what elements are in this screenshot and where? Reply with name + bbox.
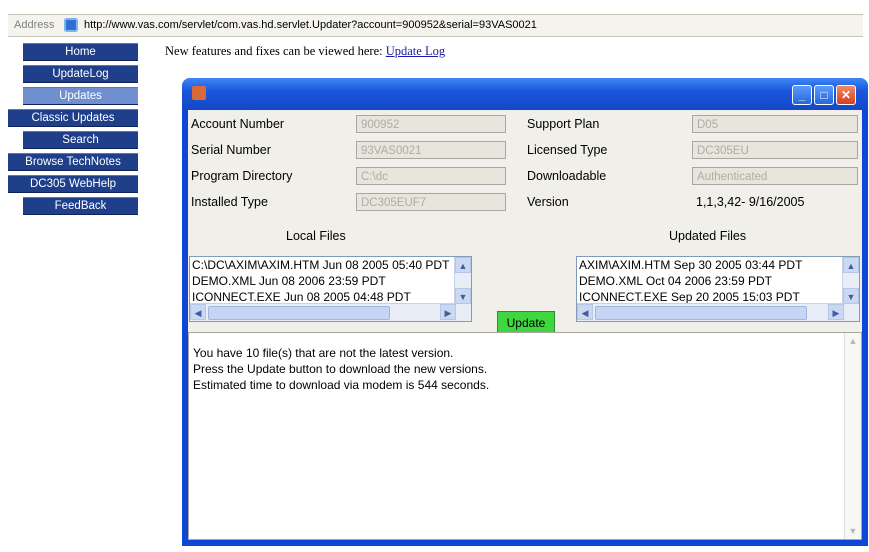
left-nav: Home UpdateLog Updates Classic Updates S… xyxy=(8,43,143,219)
licensed-type-field: DC305EU xyxy=(692,141,858,159)
update-log-link[interactable]: Update Log xyxy=(386,44,445,58)
serial-number-label: Serial Number xyxy=(191,143,271,157)
scroll-right-icon[interactable]: ▶ xyxy=(828,304,844,320)
top-note: New features and fixes can be viewed her… xyxy=(165,44,445,59)
program-directory-label: Program Directory xyxy=(191,169,293,183)
nav-item-search[interactable]: Search xyxy=(23,131,138,149)
scroll-up-icon[interactable]: ▲ xyxy=(845,333,861,349)
scroll-thumb[interactable] xyxy=(208,306,390,320)
local-files-hscrollbar[interactable]: ◀ ▶ xyxy=(190,303,456,321)
address-url-input[interactable]: http://www.vas.com/servlet/com.vas.hd.se… xyxy=(84,19,537,31)
account-number-label: Account Number xyxy=(191,117,285,131)
updated-file-item[interactable]: AXIM\AXIM.HTM Sep 30 2005 03:44 PDT xyxy=(577,257,859,273)
support-plan-label: Support Plan xyxy=(527,117,600,131)
scroll-down-icon[interactable]: ▼ xyxy=(845,523,861,539)
local-files-title: Local Files xyxy=(286,229,346,243)
update-button[interactable]: Update xyxy=(497,311,555,333)
serial-number-field: 93VAS0021 xyxy=(356,141,506,159)
updated-files-list[interactable]: AXIM\AXIM.HTM Sep 30 2005 03:44 PDT DEMO… xyxy=(576,256,860,322)
version-value: 1,1,3,42- 9/16/2005 xyxy=(696,195,805,209)
address-bar: Address http://www.vas.com/servlet/com.v… xyxy=(8,14,863,37)
updated-file-item[interactable]: DEMO.XML Oct 04 2006 23:59 PDT xyxy=(577,273,859,289)
page-icon xyxy=(64,18,78,32)
licensed-type-label: Licensed Type xyxy=(527,143,608,157)
maximize-button[interactable]: □ xyxy=(814,85,834,105)
nav-item-classic-updates[interactable]: Classic Updates xyxy=(8,109,138,127)
scroll-left-icon[interactable]: ◀ xyxy=(190,304,206,320)
nav-item-updates[interactable]: Updates xyxy=(23,87,138,105)
nav-item-updatelog[interactable]: UpdateLog xyxy=(23,65,138,83)
scroll-left-icon[interactable]: ◀ xyxy=(577,304,593,320)
status-message-line: Estimated time to download via modem is … xyxy=(193,378,490,392)
scroll-up-icon[interactable]: ▲ xyxy=(843,257,859,273)
updated-files-hscrollbar[interactable]: ◀ ▶ xyxy=(577,303,844,321)
local-file-item[interactable]: C:\DC\AXIM\AXIM.HTM Jun 08 2005 05:40 PD… xyxy=(190,257,471,273)
app-icon xyxy=(192,86,206,100)
updater-window: _ □ ✕ Account Number 900952 Serial Numbe… xyxy=(182,78,868,546)
window-client: Account Number 900952 Serial Number 93VA… xyxy=(188,110,862,540)
scroll-thumb[interactable] xyxy=(595,306,807,320)
installed-type-field: DC305EUF7 xyxy=(356,193,506,211)
status-message-line: Press the Update button to download the … xyxy=(193,362,488,376)
scroll-right-icon[interactable]: ▶ xyxy=(440,304,456,320)
minimize-button[interactable]: _ xyxy=(792,85,812,105)
scroll-up-icon[interactable]: ▲ xyxy=(455,257,471,273)
top-note-text: New features and fixes can be viewed her… xyxy=(165,44,383,58)
updated-files-vscrollbar[interactable]: ▲ ▼ xyxy=(842,257,859,321)
nav-item-feedback[interactable]: FeedBack xyxy=(23,197,138,215)
downloadable-field: Authenticated xyxy=(692,167,858,185)
nav-item-dc305-webhelp[interactable]: DC305 WebHelp xyxy=(8,175,138,193)
support-plan-field: D05 xyxy=(692,115,858,133)
downloadable-label: Downloadable xyxy=(527,169,607,183)
local-file-item[interactable]: DEMO.XML Jun 08 2006 23:59 PDT xyxy=(190,273,471,289)
nav-item-home[interactable]: Home xyxy=(23,43,138,61)
close-button[interactable]: ✕ xyxy=(836,85,856,105)
scroll-down-icon[interactable]: ▼ xyxy=(843,288,859,304)
window-titlebar[interactable]: _ □ ✕ xyxy=(182,78,868,110)
scroll-down-icon[interactable]: ▼ xyxy=(455,288,471,304)
version-label: Version xyxy=(527,195,569,209)
message-vscrollbar[interactable]: ▲ ▼ xyxy=(844,333,861,539)
account-number-field: 900952 xyxy=(356,115,506,133)
nav-item-browse-technotes[interactable]: Browse TechNotes xyxy=(8,153,138,171)
local-files-list[interactable]: C:\DC\AXIM\AXIM.HTM Jun 08 2005 05:40 PD… xyxy=(189,256,472,322)
program-directory-field: C:\dc xyxy=(356,167,506,185)
status-message-area: You have 10 file(s) that are not the lat… xyxy=(188,332,862,540)
address-label: Address xyxy=(14,19,55,31)
installed-type-label: Installed Type xyxy=(191,195,268,209)
status-message-line: You have 10 file(s) that are not the lat… xyxy=(193,346,454,360)
local-files-vscrollbar[interactable]: ▲ ▼ xyxy=(454,257,471,321)
updated-files-title: Updated Files xyxy=(669,229,747,243)
